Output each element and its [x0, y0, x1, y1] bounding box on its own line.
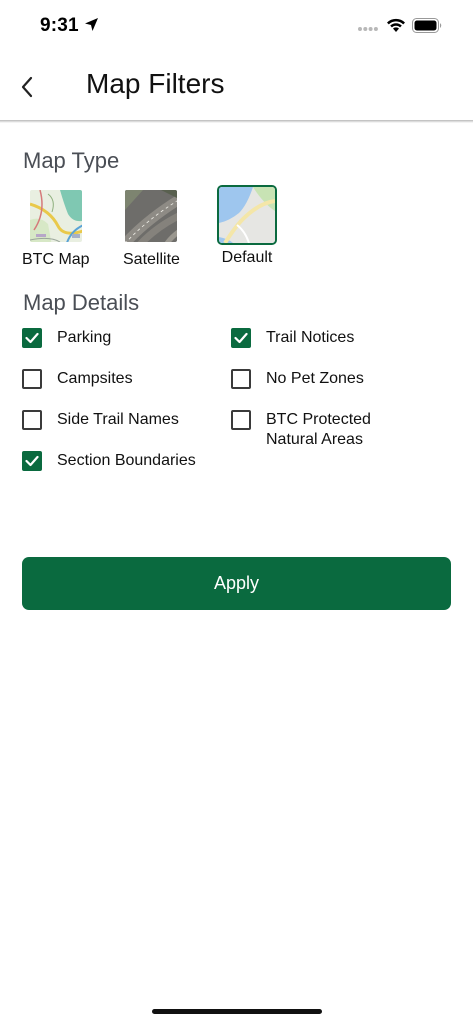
default-map-thumbnail: [217, 185, 277, 245]
checkbox-label: Campsites: [57, 370, 133, 387]
checkbox-campsites[interactable]: Campsites: [22, 369, 133, 389]
checkbox-checked[interactable]: [22, 451, 42, 471]
wifi-icon: [387, 18, 405, 32]
map-type-label: BTC Map: [22, 251, 90, 268]
status-time: 9:31: [40, 15, 79, 36]
home-indicator: [152, 1009, 322, 1014]
location-arrow-icon: [85, 18, 98, 31]
checkmark-icon: [234, 332, 248, 344]
checkbox-checked[interactable]: [22, 328, 42, 348]
checkbox-label: Side Trail Names: [57, 411, 179, 428]
checkmark-icon: [25, 455, 39, 467]
checkbox-checked[interactable]: [231, 328, 251, 348]
satellite-thumbnail: [123, 188, 179, 244]
map-details-title: Map Details: [23, 290, 140, 315]
checkbox-unchecked[interactable]: [231, 410, 251, 430]
battery-icon: [412, 18, 442, 33]
checkbox-side-trail-names[interactable]: Side Trail Names: [22, 410, 179, 430]
back-button[interactable]: [10, 70, 44, 104]
checkbox-label: No Pet Zones: [266, 370, 364, 387]
header: Map Filters: [0, 54, 473, 120]
map-type-btc[interactable]: BTC Map: [22, 188, 90, 269]
checkbox-label: Parking: [57, 329, 112, 346]
checkbox-no-pet-zones[interactable]: No Pet Zones: [231, 369, 364, 389]
status-bar: 9:31: [0, 0, 473, 54]
btc-map-thumbnail: [28, 188, 84, 244]
map-type-satellite[interactable]: Satellite: [123, 188, 180, 269]
page-title: Map Filters: [86, 68, 225, 99]
apply-button[interactable]: Apply: [22, 557, 451, 610]
checkbox-btc-protected-areas[interactable]: BTC Protected Natural Areas: [231, 410, 371, 450]
map-type-label: Satellite: [123, 251, 180, 268]
checkbox-label: Section Boundaries: [57, 452, 196, 469]
map-type-default[interactable]: Default: [217, 185, 277, 267]
checkmark-icon: [25, 332, 39, 344]
checkbox-trail-notices[interactable]: Trail Notices: [231, 328, 354, 348]
checkbox-label: Trail Notices: [266, 329, 355, 346]
checkbox-section-boundaries[interactable]: Section Boundaries: [22, 451, 196, 471]
checkbox-parking[interactable]: Parking: [22, 328, 111, 348]
checkbox-unchecked[interactable]: [22, 369, 42, 389]
signal-dots-icon: [358, 27, 378, 31]
map-type-title: Map Type: [23, 148, 120, 173]
header-divider: [0, 120, 473, 123]
chevron-left-icon: [21, 76, 33, 98]
checkbox-unchecked[interactable]: [22, 410, 42, 430]
map-type-label: Default: [221, 249, 273, 266]
checkbox-unchecked[interactable]: [231, 369, 251, 389]
checkbox-label: BTC Protected Natural Areas: [266, 411, 371, 448]
